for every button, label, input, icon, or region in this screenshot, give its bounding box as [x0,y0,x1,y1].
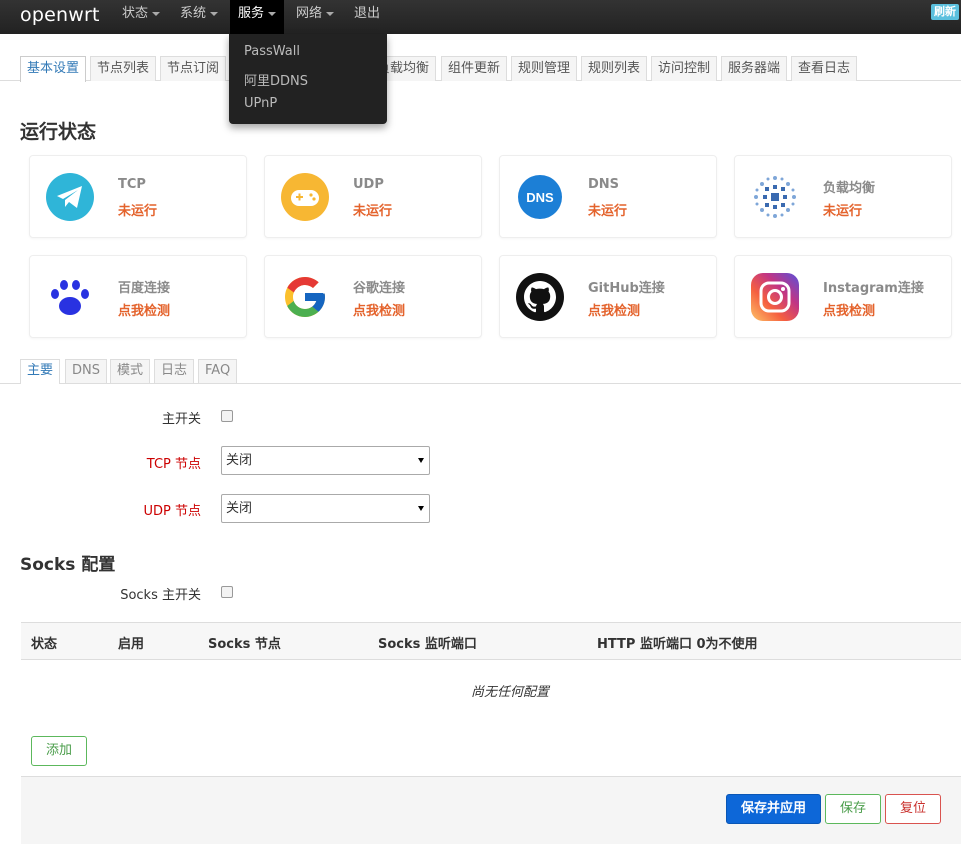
dns-icon: DNS [518,175,562,219]
udp-node-label: UDP 节点 [143,504,202,519]
tab-access-control[interactable]: 访问控制 [651,56,718,81]
section-title-socks: Socks 配置 [20,555,116,575]
card-status: 未运行 [353,204,393,219]
chevron-down-icon [210,11,219,16]
menu-item-passwall[interactable]: PassWall [244,44,300,59]
card-title: GitHub连接 [588,281,665,296]
tab-rule-manage[interactable]: 规则管理 [511,56,578,81]
nav-services[interactable]: 服务 [230,0,285,34]
instagram-icon [751,273,799,321]
card-status: 点我检测 [588,304,641,319]
card-title: DNS [588,177,620,192]
column-header: HTTP 监听端口 0为不使用 [597,637,758,652]
tab-server[interactable]: 服务器端 [721,56,788,81]
add-button[interactable]: 添加 [31,736,87,766]
column-header: 启用 [118,637,145,652]
card-status: 点我检测 [118,304,171,319]
subtab-main[interactable]: 主要 [20,359,61,384]
socks-table-header: 状态 启用 Socks 节点 Socks 监听端口 HTTP 监听端口 0为不使… [21,622,961,660]
card-title: 百度连接 [118,281,171,296]
card-status: 点我检测 [823,304,876,319]
card-baidu[interactable]: 百度连接 点我检测 [29,255,247,338]
gamepad-icon [281,173,329,221]
empty-table-message: 尚无任何配置 [470,685,549,700]
top-navbar: openwrt 状态 系统 服务 网络 退出 刷新 [0,0,961,34]
menu-item-aliddns[interactable]: 阿里DDNS [244,70,308,89]
dropdown-arrow-icon [418,458,424,463]
card-google[interactable]: 谷歌连接 点我检测 [264,255,482,338]
svg-text:DNS: DNS [526,190,554,205]
column-header: Socks 节点 [208,637,281,652]
save-apply-button[interactable]: 保存并应用 [726,794,821,824]
card-load-balance[interactable]: 负载均衡 未运行 [734,155,952,238]
tab-rule-list[interactable]: 规则列表 [581,56,648,81]
menu-item-upnp[interactable]: UPnP [244,96,277,111]
card-dns[interactable]: DNS DNS 未运行 [499,155,717,238]
section-title-status: 运行状态 [20,121,97,143]
subtab-faq[interactable]: FAQ [198,359,238,383]
main-switch-label: 主开关 [161,412,201,427]
card-tcp[interactable]: TCP 未运行 [29,155,247,238]
brand-logo[interactable]: openwrt [20,4,100,26]
dropdown-arrow-icon [418,506,424,511]
tab-node-list[interactable]: 节点列表 [90,56,157,81]
card-status: 未运行 [588,204,628,219]
card-status: 未运行 [118,204,158,219]
github-icon [516,273,564,321]
reset-button[interactable]: 复位 [885,794,941,824]
tab-view-log[interactable]: 查看日志 [791,56,858,81]
services-dropdown: PassWall 阿里DDNS UPnP [229,34,387,124]
chevron-down-icon [326,11,335,16]
refresh-badge[interactable]: 刷新 [931,4,959,20]
card-title: UDP [353,177,384,192]
socks-switch-checkbox[interactable] [221,586,233,598]
nav-network[interactable]: 网络 [296,0,335,34]
tab-basic-settings[interactable]: 基本设置 [20,56,87,82]
tcp-node-select[interactable]: 关闭 [221,446,430,475]
nav-logout[interactable]: 退出 [354,0,380,34]
tcp-node-label: TCP 节点 [146,457,201,472]
baidu-paw-icon [51,280,89,315]
chevron-down-icon [152,11,161,16]
main-tabs: 基本设置 节点列表 节点订阅 负载均衡 组件更新 规则管理 规则列表 访问控制 … [0,56,961,82]
tab-component-update[interactable]: 组件更新 [441,56,508,81]
tab-node-subscribe[interactable]: 节点订阅 [160,56,227,81]
udp-node-select[interactable]: 关闭 [221,494,430,523]
socks-switch-label: Socks 主开关 [120,588,201,603]
subtab-log[interactable]: 日志 [154,359,195,383]
nav-system[interactable]: 系统 [180,0,219,34]
card-status: 点我检测 [353,304,406,319]
save-button[interactable]: 保存 [825,794,881,824]
google-icon [285,277,325,317]
card-title: Instagram连接 [823,281,924,296]
nav-status[interactable]: 状态 [122,0,161,34]
column-header: Socks 监听端口 [378,637,477,652]
sub-tabs: 主要 DNS 模式 日志 FAQ [0,359,961,384]
card-title: TCP [118,177,146,192]
card-title: 谷歌连接 [353,281,406,296]
load-balance-icon [754,176,796,218]
chevron-down-icon [268,11,277,16]
card-title: 负载均衡 [823,181,876,196]
subtab-mode[interactable]: 模式 [110,359,151,383]
card-status: 未运行 [823,204,863,219]
column-header: 状态 [31,637,58,652]
card-udp[interactable]: UDP 未运行 [264,155,482,238]
telegram-icon [46,173,94,221]
card-github[interactable]: GitHub连接 点我检测 [499,255,717,338]
card-instagram[interactable]: Instagram连接 点我检测 [734,255,952,338]
main-switch-checkbox[interactable] [221,410,233,422]
subtab-dns[interactable]: DNS [65,359,107,383]
